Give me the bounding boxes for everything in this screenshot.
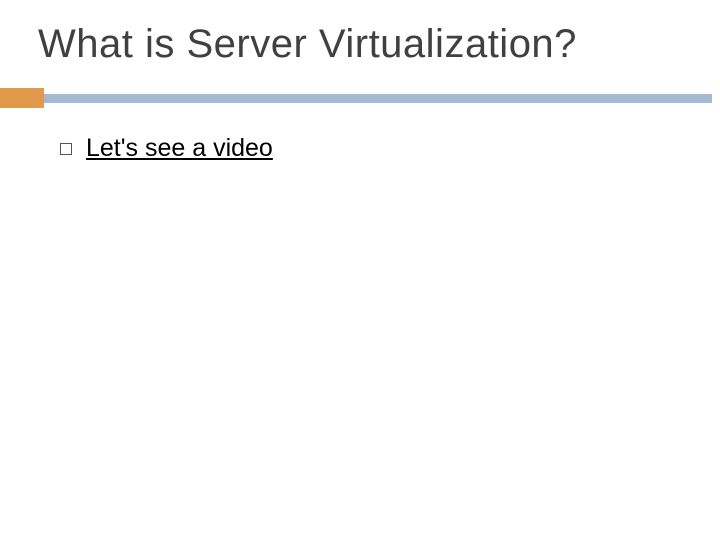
video-link[interactable]: Let's see a video xyxy=(86,134,273,163)
slide-title: What is Server Virtualization? xyxy=(38,22,577,67)
rule-main-bar xyxy=(44,94,712,103)
rule-accent-block xyxy=(0,88,44,108)
bullet-item: Let's see a video xyxy=(60,134,273,163)
square-bullet-icon xyxy=(60,143,72,155)
title-rule xyxy=(0,88,720,108)
